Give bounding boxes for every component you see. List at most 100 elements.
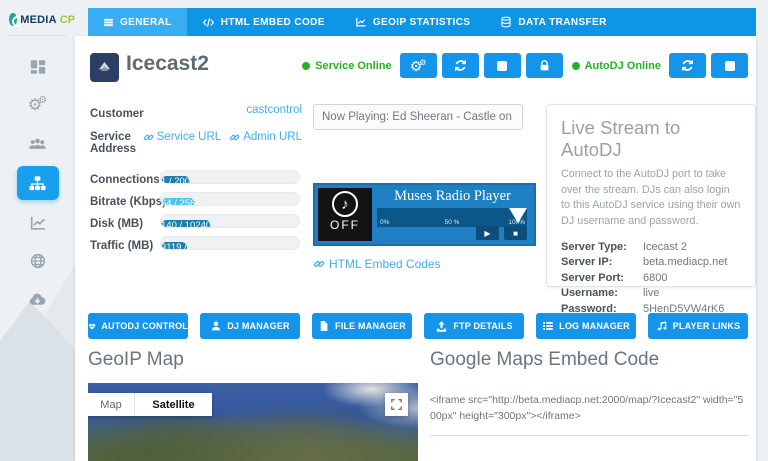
gears-icon: ⚙⚙ <box>28 96 47 114</box>
page-title: Icecast2 <box>126 52 209 76</box>
row-label: Server IP: <box>561 255 643 271</box>
fullscreen-icon <box>391 399 402 410</box>
chart-line-icon <box>29 214 47 232</box>
admin-url-label: Admin URL <box>243 131 302 143</box>
service-settings-button[interactable]: ⚙⚙ <box>400 53 437 78</box>
brand-logo-icon <box>9 13 17 26</box>
satellite-view-button[interactable]: Satellite <box>135 393 212 416</box>
sidebar-item-dashboard[interactable] <box>17 52 59 82</box>
sidebar-item-downloads[interactable] <box>17 284 59 314</box>
geoip-map-title: GeoIP Map <box>88 349 184 371</box>
mediacp-service-page: MEDIA CP ⚙⚙ <box>0 0 768 461</box>
table-row: Username:live <box>561 286 741 302</box>
meter-label: Traffic (MB) <box>90 240 153 252</box>
service-stop-button[interactable] <box>484 53 521 78</box>
progress-track: 1 / 200 <box>160 170 300 184</box>
service-status-dot <box>302 62 310 70</box>
player-off-label: OFF <box>330 218 360 232</box>
globe-icon <box>29 252 47 270</box>
play-button[interactable]: ▶ <box>476 226 499 240</box>
player-stop-button[interactable]: ■ <box>504 226 527 240</box>
meter-label: Bitrate (Kbps) <box>90 196 166 208</box>
upload-icon <box>435 320 448 333</box>
map-view-button[interactable]: Map <box>88 393 135 416</box>
progress-fill: 3119 / <box>161 242 187 250</box>
geoip-map[interactable]: Map Satellite <box>88 383 418 461</box>
users-icon <box>28 134 47 153</box>
sidebar-item-statistics[interactable] <box>17 208 59 238</box>
service-status-label: Service Online <box>315 60 391 72</box>
autodj-control-button[interactable]: AUTODJ CONTROL <box>88 313 188 339</box>
meter-label: Disk (MB) <box>90 218 143 230</box>
tab-geoip-statistics[interactable]: GEOIP STATISTICS <box>340 8 486 36</box>
customer-label: Customer <box>90 108 144 120</box>
dj-manager-button[interactable]: DJ MANAGER <box>200 313 300 339</box>
tab-label: DATA TRANSFER <box>518 17 606 28</box>
cloud-download-icon <box>28 290 47 309</box>
code-icon <box>202 16 215 29</box>
user-icon <box>210 320 222 332</box>
row-value: Icecast 2 <box>643 240 687 256</box>
sidebar-item-settings[interactable]: ⚙⚙ <box>17 90 59 120</box>
service-url-label: Service URL <box>157 131 222 143</box>
sidebar: MEDIA CP ⚙⚙ <box>0 0 75 461</box>
traffic-meter: Traffic (MB) 3119 / <box>90 236 302 250</box>
autodj-credentials-table: Server Type:Icecast 2 Server IP:beta.med… <box>561 240 741 318</box>
progress-fill: 140 / 10240 <box>161 220 211 228</box>
music-note-icon: ♪ <box>332 191 358 217</box>
fullscreen-button[interactable] <box>385 393 408 416</box>
autodj-status-label: AutoDJ Online <box>585 60 661 72</box>
stop-icon <box>725 61 735 71</box>
service-url-link[interactable]: Service URL <box>143 131 222 143</box>
sidebar-item-services[interactable] <box>17 166 59 200</box>
restart-icon <box>453 58 468 73</box>
log-manager-button[interactable]: LOG MANAGER <box>536 313 636 339</box>
heartbeat-icon <box>88 320 96 333</box>
progress-track: 3119 / <box>160 236 300 250</box>
file-manager-button[interactable]: FILE MANAGER <box>312 313 412 339</box>
volume-handle[interactable] <box>509 208 527 223</box>
main-card: Icecast2 Service Online ⚙⚙ AutoDJ Online <box>75 36 756 461</box>
icecast-service-icon <box>90 53 119 82</box>
progress-track: 140 / 10240 <box>160 214 300 228</box>
player-links-button[interactable]: PLAYER LINKS <box>648 313 748 339</box>
tab-general[interactable]: GENERAL <box>88 8 187 36</box>
autodj-restart-button[interactable] <box>669 53 706 78</box>
player-title: Muses Radio Player <box>375 188 530 205</box>
service-lock-button[interactable] <box>526 53 563 78</box>
sidebar-nav: ⚙⚙ <box>0 52 75 314</box>
brand-name-secondary: CP <box>60 14 75 26</box>
html-embed-codes-label: HTML Embed Codes <box>329 257 441 271</box>
row-label: Username: <box>561 286 643 302</box>
sidebar-item-customers[interactable] <box>17 128 59 158</box>
tab-label: HTML EMBED CODE <box>221 17 325 28</box>
tab-html-embed-code[interactable]: HTML EMBED CODE <box>187 8 340 36</box>
autodj-panel-description: Connect to the AutoDJ port to take over … <box>561 167 741 230</box>
brand-logo[interactable]: MEDIA CP <box>0 0 75 26</box>
gmaps-embed-code[interactable]: <iframe src="http://beta.mediacp.net:200… <box>430 392 748 436</box>
html-embed-codes-link[interactable]: HTML Embed Codes <box>313 257 441 271</box>
row-value: beta.mediacp.net <box>643 255 727 271</box>
bitrate-meter: Bitrate (Kbps) 64 / 256 <box>90 192 302 206</box>
service-address-label: Service Address <box>90 131 150 155</box>
ftp-details-button[interactable]: FTP DETAILS <box>424 313 524 339</box>
button-label: AUTODJ CONTROL <box>101 321 188 331</box>
progress-track: 64 / 256 <box>160 192 300 206</box>
table-row: Server Type:Icecast 2 <box>561 240 741 256</box>
admin-url-link[interactable]: Admin URL <box>229 131 302 143</box>
customer-link[interactable]: castcontrol <box>246 104 302 116</box>
volume-slider[interactable]: 0% 50 % 100% <box>377 208 527 227</box>
brand-name-primary: MEDIA <box>20 14 56 26</box>
now-playing-field[interactable] <box>313 104 523 130</box>
sidebar-item-network[interactable] <box>17 246 59 276</box>
service-restart-button[interactable] <box>442 53 479 78</box>
database-icon <box>500 16 512 28</box>
action-button-row: AUTODJ CONTROL DJ MANAGER FILE MANAGER F… <box>88 313 748 339</box>
autodj-stop-button[interactable] <box>711 53 748 78</box>
row-label: Server Port: <box>561 271 643 287</box>
table-row: Server Port:6800 <box>561 271 741 287</box>
service-controls: Service Online ⚙⚙ AutoDJ Online <box>302 53 748 78</box>
button-label: LOG MANAGER <box>559 321 630 331</box>
muses-radio-player: ♪ OFF Muses Radio Player 0% 50 % 100% ▶ … <box>313 183 536 246</box>
tab-data-transfer[interactable]: DATA TRANSFER <box>485 8 621 36</box>
